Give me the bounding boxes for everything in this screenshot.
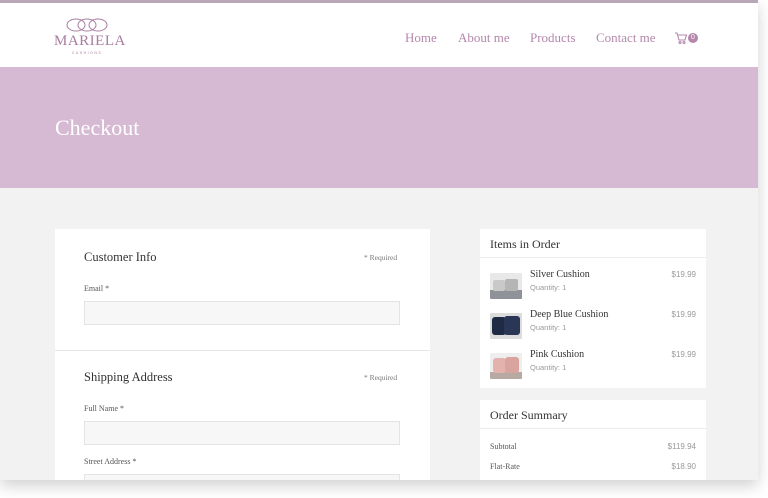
email-label: Email * bbox=[84, 284, 110, 293]
nav-contact-me[interactable]: Contact me bbox=[596, 30, 656, 46]
email-field[interactable] bbox=[84, 301, 400, 325]
flat-rate-label: Flat-Rate bbox=[490, 462, 520, 471]
items-in-order-title: Items in Order bbox=[490, 237, 560, 251]
order-item: Pink Cushion Quantity: 1 $19.99 bbox=[480, 347, 706, 381]
order-item: Silver Cushion Quantity: 1 $19.99 bbox=[480, 267, 706, 301]
item-price: $19.99 bbox=[671, 270, 696, 279]
logo-wordmark: MARIELA bbox=[54, 33, 126, 49]
nav-products[interactable]: Products bbox=[530, 30, 576, 46]
shipping-address-title: Shipping Address bbox=[84, 370, 173, 384]
page-hero: Checkout bbox=[0, 67, 758, 188]
order-summary-title: Order Summary bbox=[490, 408, 568, 422]
section-divider bbox=[55, 350, 430, 351]
customer-info-title: Customer Info bbox=[84, 250, 157, 264]
flat-rate-value: $18.90 bbox=[671, 462, 696, 471]
cart-count-badge: 0 bbox=[688, 33, 698, 43]
card-divider bbox=[480, 257, 706, 258]
pink-cushion-thumbnail bbox=[490, 353, 522, 379]
required-note: * Required bbox=[364, 373, 398, 382]
street-address-field[interactable] bbox=[84, 474, 400, 480]
item-quantity: Quantity: 1 bbox=[530, 363, 567, 372]
order-summary-card: Order Summary Subtotal $119.94 Flat-Rate… bbox=[480, 400, 706, 480]
item-price: $19.99 bbox=[671, 310, 696, 319]
required-note: * Required bbox=[364, 253, 398, 262]
street-address-label: Street Address * bbox=[84, 457, 137, 466]
nav-home[interactable]: Home bbox=[405, 30, 437, 46]
logo-tagline: CUSHIONS bbox=[71, 51, 103, 55]
nav-about-me[interactable]: About me bbox=[458, 30, 510, 46]
card-divider bbox=[480, 428, 706, 429]
logo-knot-icon bbox=[66, 18, 108, 32]
cart-icon bbox=[675, 32, 688, 45]
items-in-order-card: Items in Order Silver Cushion Quantity: … bbox=[480, 229, 706, 388]
browser-viewport: MARIELA CUSHIONS Home About me Products … bbox=[0, 0, 758, 480]
checkout-form-card: Customer Info * Required Email * Shippin… bbox=[55, 229, 430, 480]
subtotal-value: $119.94 bbox=[667, 442, 696, 451]
item-name: Deep Blue Cushion bbox=[530, 309, 609, 320]
item-name: Pink Cushion bbox=[530, 349, 585, 360]
full-name-label: Full Name * bbox=[84, 404, 124, 413]
full-name-field[interactable] bbox=[84, 421, 400, 445]
site-header: MARIELA CUSHIONS Home About me Products … bbox=[0, 3, 758, 67]
order-item: Deep Blue Cushion Quantity: 1 $19.99 bbox=[480, 307, 706, 341]
item-quantity: Quantity: 1 bbox=[530, 283, 567, 292]
page-title: Checkout bbox=[55, 115, 140, 140]
item-quantity: Quantity: 1 bbox=[530, 323, 567, 332]
item-price: $19.99 bbox=[671, 350, 696, 359]
item-name: Silver Cushion bbox=[530, 269, 590, 280]
deep-blue-cushion-thumbnail bbox=[490, 313, 522, 339]
subtotal-label: Subtotal bbox=[490, 442, 517, 451]
cart-button[interactable]: 0 bbox=[674, 31, 700, 45]
site-logo[interactable]: MARIELA CUSHIONS bbox=[54, 17, 126, 59]
silver-cushion-thumbnail bbox=[490, 273, 522, 299]
